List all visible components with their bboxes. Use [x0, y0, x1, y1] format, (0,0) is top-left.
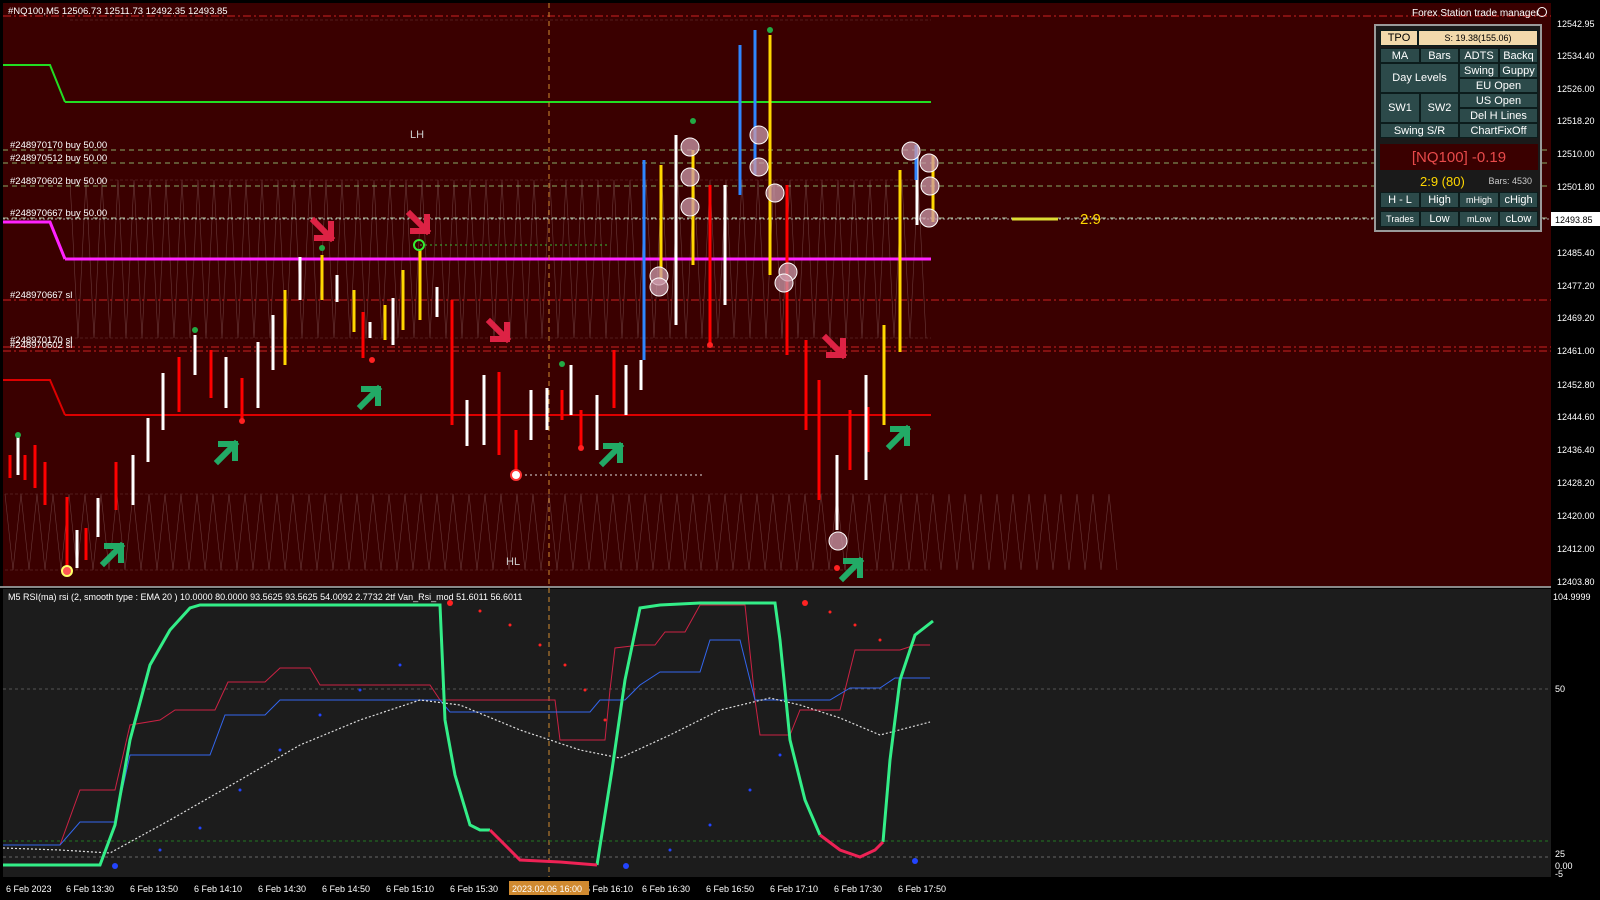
indicator-area[interactable] [3, 589, 1551, 877]
del-h-lines-button[interactable]: Del H Lines [1459, 108, 1538, 123]
time-tick: 6 Feb 14:10 [194, 884, 242, 894]
trade-manager-panel: TPO S: 19.38(155.06) MA Bars ADTS Backq … [1374, 24, 1542, 232]
price-tick: 12534.40 [1557, 51, 1595, 61]
backq-button[interactable]: Backq [1499, 48, 1538, 63]
sw1-button[interactable]: SW1 [1380, 93, 1420, 123]
time-tick: 6 Feb 16:30 [642, 884, 690, 894]
current-price-label: 12493.85 [1555, 215, 1593, 225]
price-tick: 12436.40 [1557, 445, 1595, 455]
indicator-title: M5 RSI(ma) rsi (2, smooth type : EMA 20 … [8, 592, 522, 602]
low-button[interactable]: Low [1420, 211, 1459, 227]
trade-label-sl-667: #248970667 sl [10, 290, 72, 301]
price-tick: 12428.20 [1557, 478, 1595, 488]
time-tick: 6 Feb 15:30 [450, 884, 498, 894]
crosshair-time-label: 2023.02.06 16:00 [512, 884, 582, 894]
trade-label-sl-602: #248970602 sl [10, 340, 72, 351]
us-open-button[interactable]: US Open [1459, 93, 1538, 108]
eu-open-button[interactable]: EU Open [1459, 78, 1538, 93]
bars-button[interactable]: Bars [1420, 48, 1459, 63]
time-tick: 6 Feb 13:30 [66, 884, 114, 894]
trade-label-buy-602: #248970602 buy 50.00 [10, 176, 107, 187]
time-tick: 6 Feb 17:10 [770, 884, 818, 894]
price-tick: 12469.20 [1557, 313, 1595, 323]
time-tick: 6 Feb 2023 [6, 884, 52, 894]
time-tick: 6 Feb 14:50 [322, 884, 370, 894]
chartfixoff-button[interactable]: ChartFixOff [1459, 123, 1538, 138]
price-tick: 12403.80 [1557, 577, 1595, 587]
high-button[interactable]: High [1420, 192, 1459, 208]
bars-count: Bars: 4530 [1488, 176, 1532, 186]
time-tick: 6 Feb 14:30 [258, 884, 306, 894]
swing-sr-button[interactable]: Swing S/R [1380, 123, 1459, 138]
sw2-button[interactable]: SW2 [1420, 93, 1459, 123]
time-tick: 6 Feb 16:10 [585, 884, 633, 894]
tpo-button[interactable]: TPO [1380, 30, 1418, 46]
time-tick: 6 Feb 17:30 [834, 884, 882, 894]
rr-label: 2:9 [1080, 211, 1101, 228]
time-tick: 6 Feb 13:50 [130, 884, 178, 894]
trade-label-buy-512: #248970512 buy 50.00 [10, 153, 107, 164]
rr-ratio: 2:9 (80) [1420, 173, 1465, 189]
hl-label: HL [506, 556, 520, 568]
time-tick: 6 Feb 16:50 [706, 884, 754, 894]
price-tick: 12461.00 [1557, 346, 1595, 356]
price-tick: 12420.00 [1557, 511, 1595, 521]
window-title: Forex Station trade manager [1412, 8, 1540, 19]
price-tick: 12452.80 [1557, 380, 1595, 390]
trades-button[interactable]: Trades [1380, 211, 1420, 227]
price-tick: 12510.00 [1557, 149, 1595, 159]
hl-button[interactable]: H - L [1380, 192, 1420, 208]
time-axis: 6 Feb 2023 6 Feb 13:30 6 Feb 13:50 6 Feb… [6, 884, 946, 894]
guppy-button[interactable]: Guppy [1499, 63, 1538, 78]
price-tick: 12542.95 [1557, 19, 1595, 29]
price-tick: 12518.20 [1557, 116, 1595, 126]
indicator-tick: 50 [1555, 684, 1565, 694]
price-chart-area[interactable] [3, 3, 1551, 586]
price-tick: 12412.00 [1557, 544, 1595, 554]
indicator-tick: 25 [1555, 849, 1565, 859]
lh-label: LH [410, 129, 424, 141]
adts-button[interactable]: ADTS [1459, 48, 1499, 63]
time-tick: 6 Feb 15:10 [386, 884, 434, 894]
mhigh-button[interactable]: mHigh [1459, 192, 1499, 208]
rr-info: 2:9 (80) Bars: 4530 [1380, 172, 1538, 190]
trade-label-buy-170: #248970170 buy 50.00 [10, 140, 107, 151]
price-tick: 12526.00 [1557, 84, 1595, 94]
symbol-change-display: [NQ100] -0.19 [1380, 144, 1538, 170]
clow-button[interactable]: cLow [1499, 211, 1538, 227]
indicator-tick: -5 [1555, 869, 1563, 879]
time-tick: 6 Feb 17:50 [898, 884, 946, 894]
trade-label-buy-667: #248970667 buy 50.00 [10, 208, 107, 219]
swing-button[interactable]: Swing [1459, 63, 1499, 78]
indicator-tick: 104.9999 [1553, 592, 1591, 602]
price-tick: 12477.20 [1557, 281, 1595, 291]
day-levels-button[interactable]: Day Levels [1380, 63, 1459, 93]
price-tick: 12501.80 [1557, 182, 1595, 192]
price-tick: 12485.40 [1557, 248, 1595, 258]
chigh-button[interactable]: cHigh [1499, 192, 1538, 208]
ohlc-header: #NQ100,M5 12506.73 12511.73 12492.35 124… [8, 6, 228, 17]
price-tick: 12444.60 [1557, 412, 1595, 422]
mlow-button[interactable]: mLow [1459, 211, 1499, 227]
spread-display: S: 19.38(155.06) [1418, 30, 1538, 46]
trading-chart[interactable]: 2:9 #NQ100,M5 12506.73 12511.73 12492.35… [0, 0, 1600, 900]
ma-button[interactable]: MA [1380, 48, 1420, 63]
